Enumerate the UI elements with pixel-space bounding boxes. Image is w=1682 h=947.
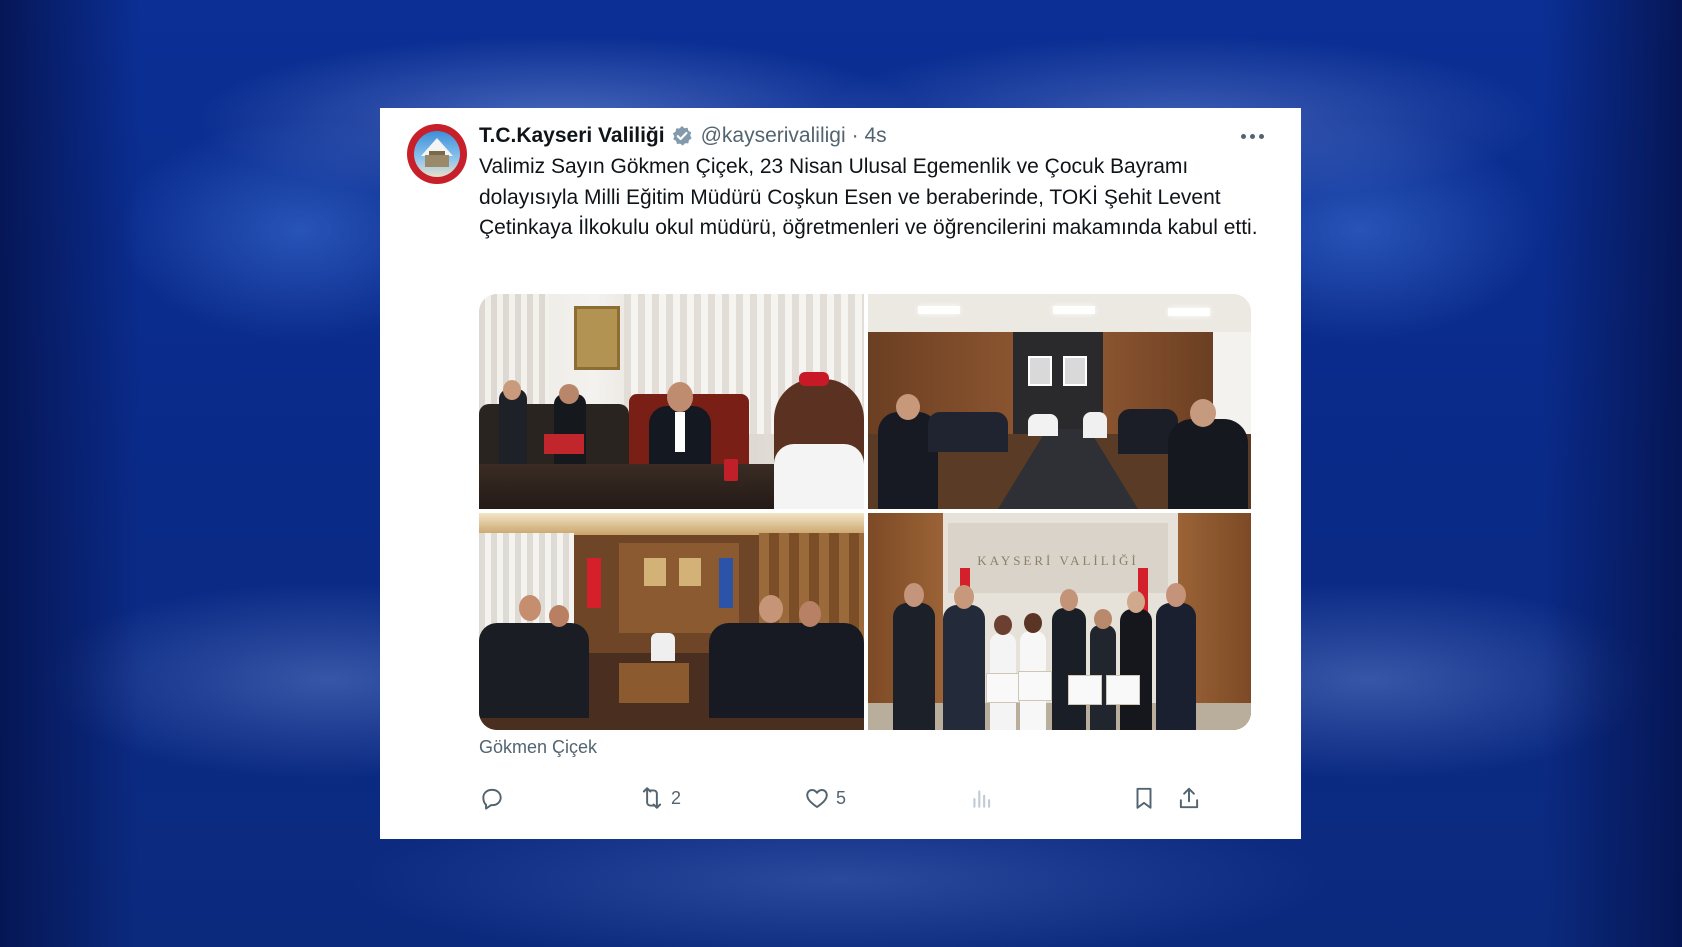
tweet-header: T.C.Kayseri Valiliği @kayserivaliligi · … (479, 122, 887, 150)
retweet-icon (642, 787, 662, 809)
share-button[interactable] (1176, 778, 1202, 818)
retweet-count: 2 (671, 787, 682, 808)
reply-button[interactable] (479, 778, 511, 818)
background-edge-right (1542, 0, 1682, 947)
tweet-actions: 2 5 (479, 778, 1259, 818)
office-meeting-photo[interactable] (479, 294, 864, 509)
avatar[interactable] (407, 124, 467, 184)
retweet-button[interactable]: 2 (639, 778, 681, 818)
share-icon (1179, 787, 1199, 809)
background-edge-left (0, 0, 140, 947)
bookmark-icon (1136, 787, 1152, 809)
wall-sign-text: KAYSERİ VALİLİĞİ (977, 553, 1139, 568)
author-handle[interactable]: @kayserivaliligi (701, 124, 846, 148)
office-sofa-photo[interactable] (479, 513, 864, 730)
like-icon (806, 789, 828, 808)
views-icon (973, 790, 991, 808)
tweet-card: T.C.Kayseri Valiliği @kayserivaliligi · … (380, 108, 1301, 839)
views-button[interactable] (969, 778, 1001, 818)
group-photo[interactable]: KAYSERİ VALİLİĞİ (868, 513, 1251, 730)
like-button[interactable]: 5 (804, 778, 846, 818)
tweet-time[interactable]: · 4s (852, 124, 887, 148)
conference-table-photo[interactable] (868, 294, 1251, 509)
verified-icon (671, 125, 693, 147)
reply-icon (482, 788, 502, 810)
tweet-text: Valimiz Sayın Gökmen Çiçek, 23 Nisan Ulu… (479, 155, 1258, 239)
media-caption[interactable]: Gökmen Çiçek (479, 737, 597, 758)
like-count: 5 (836, 787, 847, 808)
media-grid: KAYSERİ VALİLİĞİ (479, 294, 1251, 730)
author-name[interactable]: T.C.Kayseri Valiliği (479, 124, 665, 148)
bookmark-button[interactable] (1131, 778, 1157, 818)
more-icon[interactable] (1239, 126, 1267, 146)
